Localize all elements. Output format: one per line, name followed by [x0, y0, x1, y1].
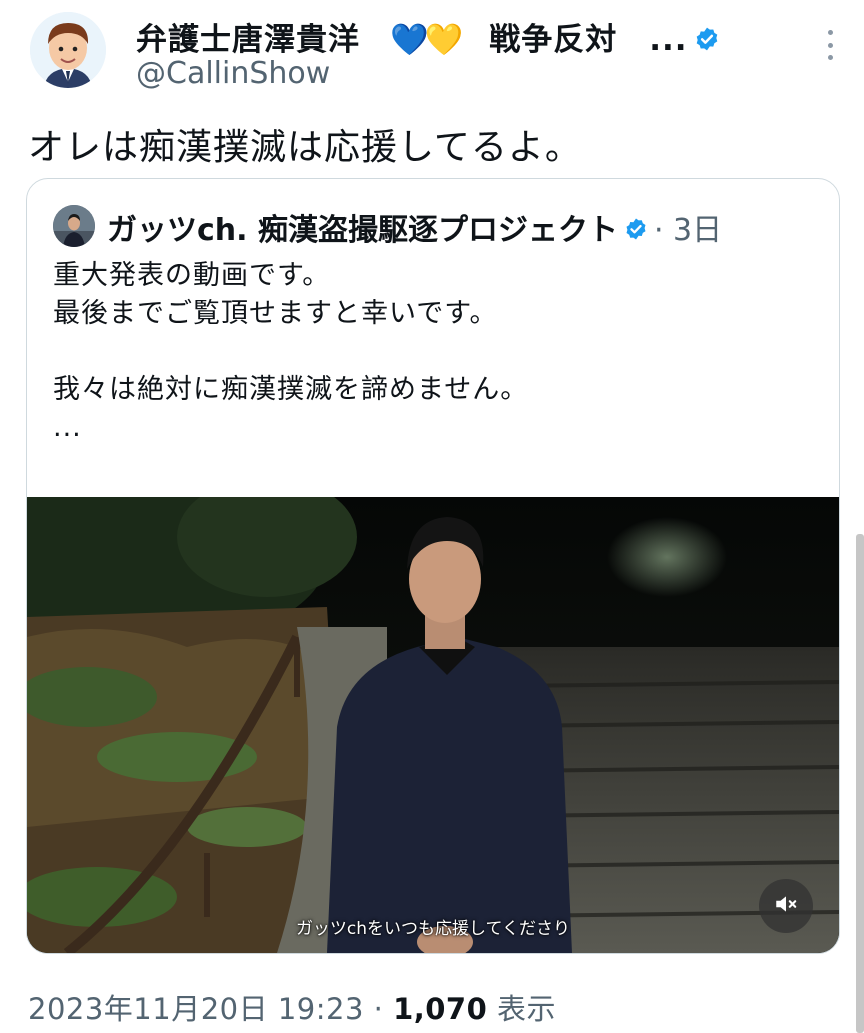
tweet-datetime[interactable]: 2023年11月20日 19:23 · — [28, 992, 393, 1026]
heart-emoji: 💙💛 — [390, 22, 463, 58]
author-avatar[interactable] — [30, 12, 106, 88]
quoted-timestamp: · 3日 — [653, 213, 723, 248]
tweet-text: オレは痴漢撲滅は応援してるよ。 — [28, 127, 582, 168]
author-handle[interactable]: @CallinShow — [136, 56, 330, 91]
quoted-text-line: 最後までご覧頂せますと幸いです。 — [53, 298, 498, 329]
quoted-author-avatar[interactable] — [53, 205, 95, 247]
quoted-text-line: 我々は絶対に痴漢撲滅を諦めません。 — [53, 374, 529, 405]
more-options-icon[interactable] — [824, 30, 836, 60]
video-caption: ガッツchをいつも応援してくださり — [295, 919, 571, 939]
author-display-name[interactable]: 弁護士唐澤貴洋 💙💛 戦争反対 ... — [136, 14, 720, 60]
tweet-meta: 2023年11月20日 19:23 · 1,070 表示 — [28, 986, 556, 1028]
views-count: 1,070 — [393, 992, 488, 1026]
views-label: 表示 — [487, 992, 557, 1026]
mute-icon — [773, 891, 799, 921]
scrollbar[interactable] — [856, 534, 864, 1033]
video-frame — [27, 497, 839, 953]
quoted-author-name-text: ガッツch. 痴漢盗撮駆逐プロジェクト — [107, 213, 618, 248]
quoted-text-line: ... — [53, 412, 82, 443]
verified-badge-icon — [624, 214, 648, 249]
quoted-author-name[interactable]: ガッツch. 痴漢盗撮駆逐プロジェクト · 3日 — [107, 205, 722, 249]
mute-button[interactable] — [759, 879, 813, 933]
quoted-text: 重大発表の動画です。 最後までご覧頂せますと幸いです。 我々は絶対に痴漢撲滅を諦… — [53, 257, 528, 447]
verified-badge-icon — [694, 24, 720, 60]
author-name-suffix: 戦争反対 ... — [489, 22, 688, 58]
quoted-text-line: 重大発表の動画です。 — [53, 260, 331, 291]
video-player[interactable]: ガッツchをいつも応援してくださり — [27, 497, 839, 953]
author-name-text: 弁護士唐澤貴洋 — [136, 22, 360, 58]
quoted-tweet[interactable]: ガッツch. 痴漢盗撮駆逐プロジェクト · 3日 重大発表の動画です。 最後までご… — [26, 178, 840, 954]
quoted-text-line — [53, 333, 528, 371]
